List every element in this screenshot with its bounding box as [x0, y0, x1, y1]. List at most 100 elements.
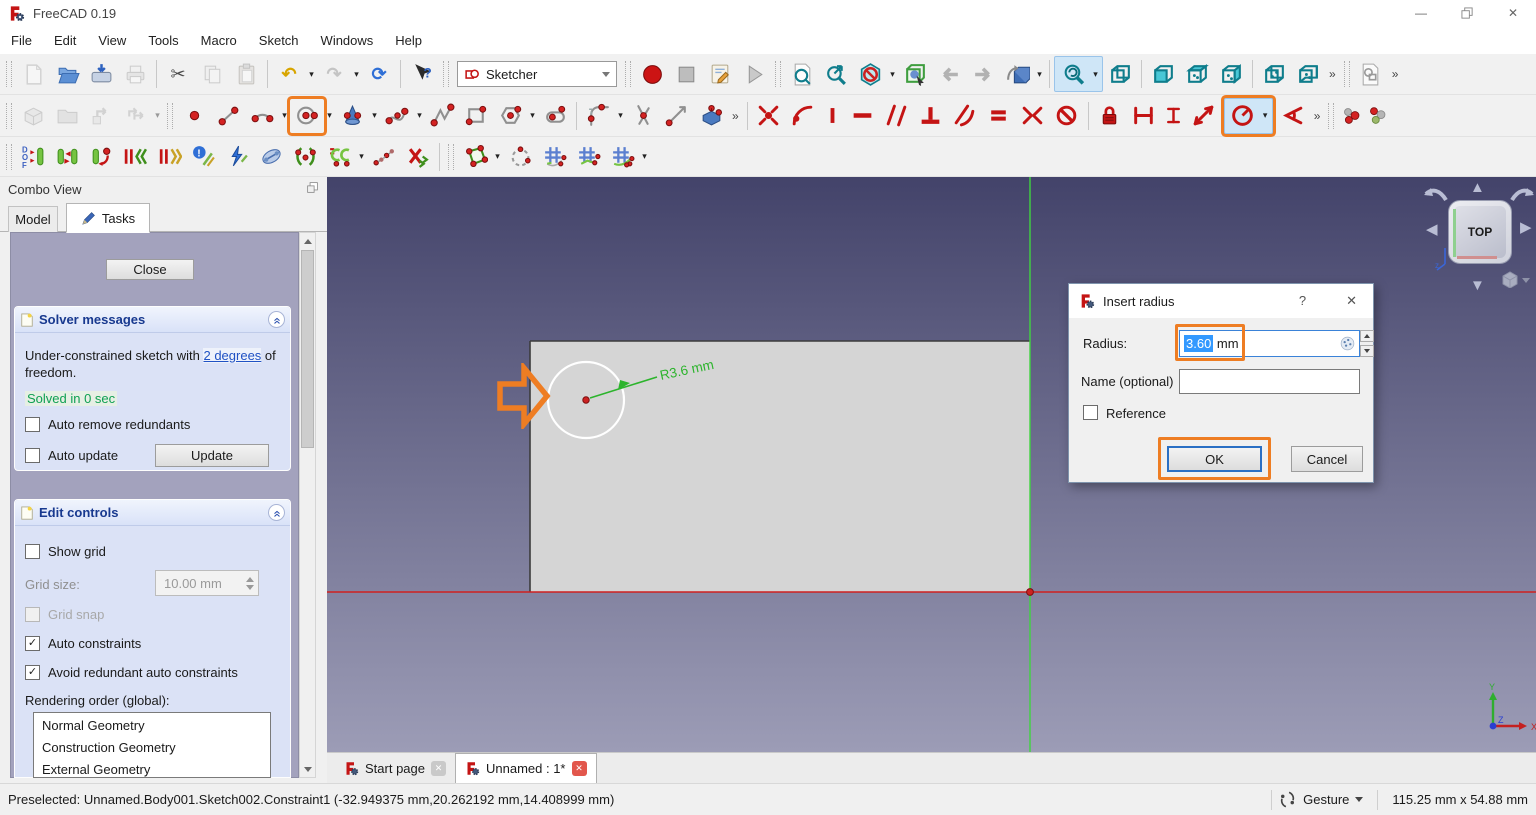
bspline-control-points-icon[interactable]	[367, 140, 401, 174]
view-back-icon[interactable]	[932, 57, 966, 91]
toolbar-grip[interactable]	[1344, 61, 1350, 87]
auto-constraints-checkbox[interactable]: ✓	[25, 636, 40, 651]
dropdown-arrow-icon[interactable]: ▾	[615, 110, 626, 121]
constraint-block-icon[interactable]	[1050, 99, 1084, 133]
nav-up-arrow-icon[interactable]: ▲	[1470, 180, 1485, 195]
toolbar-grip[interactable]	[6, 144, 12, 170]
name-input[interactable]	[1179, 369, 1360, 394]
sketch-fillet-icon[interactable]	[581, 99, 615, 133]
sketch-arc-icon[interactable]	[245, 99, 279, 133]
cancel-button[interactable]: Cancel	[1291, 446, 1363, 472]
nav-cube-face-label[interactable]: TOP	[1449, 201, 1511, 263]
view-bottom-icon[interactable]	[1291, 57, 1325, 91]
show-grid-checkbox[interactable]	[25, 544, 40, 559]
origin-point[interactable]	[1027, 589, 1034, 596]
radius-spinner[interactable]	[1360, 330, 1374, 357]
nav-rotate-right-icon[interactable]	[1510, 186, 1536, 206]
draw-style-icon[interactable]	[853, 57, 887, 91]
workbench-selector[interactable]: Sketcher	[457, 61, 617, 87]
print-icon[interactable]	[118, 57, 152, 91]
dialog-title-bar[interactable]: Insert radius ? ✕	[1069, 284, 1373, 318]
dropdown-arrow-icon[interactable]: ▾	[152, 110, 163, 121]
toolbar-grip[interactable]	[625, 61, 631, 87]
restore-button[interactable]	[1444, 0, 1490, 26]
list-item[interactable]: Construction Geometry	[34, 737, 270, 759]
show-bspline-comb-icon[interactable]	[605, 140, 639, 174]
auto-update-checkbox[interactable]	[25, 448, 40, 463]
new-document-icon[interactable]	[16, 57, 50, 91]
collapse-section-icon[interactable]	[268, 504, 285, 521]
dropdown-arrow-icon[interactable]: ▾	[414, 110, 425, 121]
nav-down-arrow-icon[interactable]: ▼	[1470, 278, 1485, 293]
tab-tasks[interactable]: Tasks	[66, 203, 150, 233]
constraint-perpendicular-icon[interactable]	[914, 99, 948, 133]
show-dof-icon[interactable]: DOF	[16, 140, 50, 174]
menu-file[interactable]: File	[0, 26, 43, 54]
constraint-point-on-object-icon[interactable]	[786, 99, 820, 133]
dropdown-arrow-icon[interactable]: ▾	[492, 151, 503, 162]
dropdown-arrow-icon[interactable]: ▾	[351, 69, 362, 80]
toolbar-grip[interactable]	[6, 61, 12, 87]
toggle-active-constraint-icon[interactable]	[220, 140, 254, 174]
construction-mode-icon[interactable]	[503, 140, 537, 174]
list-item[interactable]: Normal Geometry	[34, 713, 270, 737]
toolbar-grip[interactable]	[448, 144, 454, 170]
radius-input[interactable]: 3.60 mm	[1179, 330, 1360, 357]
symmetric-diameter-icon[interactable]	[288, 140, 322, 174]
toolbar-grip[interactable]	[443, 61, 449, 87]
constraint-radius-icon[interactable]	[1226, 99, 1260, 133]
scrollbar-thumb[interactable]	[301, 250, 314, 448]
macro-play-icon[interactable]	[737, 57, 771, 91]
dropdown-arrow-icon[interactable]: ▾	[1260, 110, 1271, 121]
virtual-space-icon[interactable]	[322, 140, 356, 174]
menu-tools[interactable]: Tools	[137, 26, 189, 54]
toggle-driving-constraint-icon[interactable]	[1338, 99, 1364, 133]
open-icon[interactable]	[50, 57, 84, 91]
toggle-reference-constraint-icon[interactable]	[1364, 99, 1390, 133]
fit-all-icon[interactable]	[785, 57, 819, 91]
constraint-horizontal-icon[interactable]	[846, 99, 880, 133]
select-conflicting-constraints-icon[interactable]	[152, 140, 186, 174]
menu-help[interactable]: Help	[384, 26, 433, 54]
dialog-help-button[interactable]: ?	[1299, 293, 1306, 309]
view-front-icon[interactable]	[1146, 57, 1180, 91]
collapse-section-icon[interactable]	[268, 311, 285, 328]
expression-globe-icon[interactable]	[1339, 335, 1356, 352]
view-top-icon[interactable]	[1180, 57, 1214, 91]
copy-icon[interactable]	[195, 57, 229, 91]
sketch-face[interactable]	[530, 341, 1030, 592]
grid-snap-checkbox[interactable]	[25, 607, 40, 622]
sketch-extend-icon[interactable]	[660, 99, 694, 133]
close-task-button[interactable]: Close	[106, 259, 194, 280]
cut-icon[interactable]: ✂	[161, 57, 195, 91]
constraint-coincident-icon[interactable]	[752, 99, 786, 133]
gesture-nav-icon[interactable]	[1278, 790, 1297, 809]
overflow-button[interactable]: »	[728, 109, 743, 123]
overflow-button[interactable]: »	[1325, 67, 1340, 81]
sketch-slot-icon[interactable]	[538, 99, 572, 133]
nav-right-arrow-icon[interactable]: ▶	[1520, 220, 1532, 235]
dropdown-arrow-icon[interactable]: ▾	[1034, 69, 1045, 80]
constraint-tangent-icon[interactable]	[948, 99, 982, 133]
dropdown-arrow-icon[interactable]: ▾	[369, 110, 380, 121]
internal-alignment-icon[interactable]	[254, 140, 288, 174]
tab-close-icon[interactable]: ✕	[431, 761, 446, 776]
tab-close-icon[interactable]: ✕	[572, 761, 587, 776]
select-elements-icon[interactable]	[84, 140, 118, 174]
constraint-angle-icon[interactable]	[1276, 99, 1310, 133]
whats-this-icon[interactable]: ?	[405, 57, 439, 91]
dropdown-arrow-icon[interactable]: ▾	[306, 69, 317, 80]
dropdown-arrow-icon[interactable]: ▾	[279, 110, 290, 121]
zoom-sync-group[interactable]: ▾	[1054, 56, 1103, 92]
grid-size-spinbox[interactable]: 10.00 mm	[155, 570, 259, 596]
sketch-circle-icon[interactable]	[290, 99, 324, 133]
constraint-horizontal-distance-icon[interactable]	[1127, 99, 1161, 133]
sketch-bspline-icon[interactable]	[380, 99, 414, 133]
rendering-order-list[interactable]: Normal Geometry Construction Geometry Ex…	[33, 712, 271, 778]
constraint-symmetric-icon[interactable]	[1016, 99, 1050, 133]
auto-remove-redundants-checkbox[interactable]	[25, 417, 40, 432]
constraint-lock-icon[interactable]	[1093, 99, 1127, 133]
part-box-icon[interactable]	[16, 99, 50, 133]
sketch-line-icon[interactable]	[211, 99, 245, 133]
menu-macro[interactable]: Macro	[190, 26, 248, 54]
